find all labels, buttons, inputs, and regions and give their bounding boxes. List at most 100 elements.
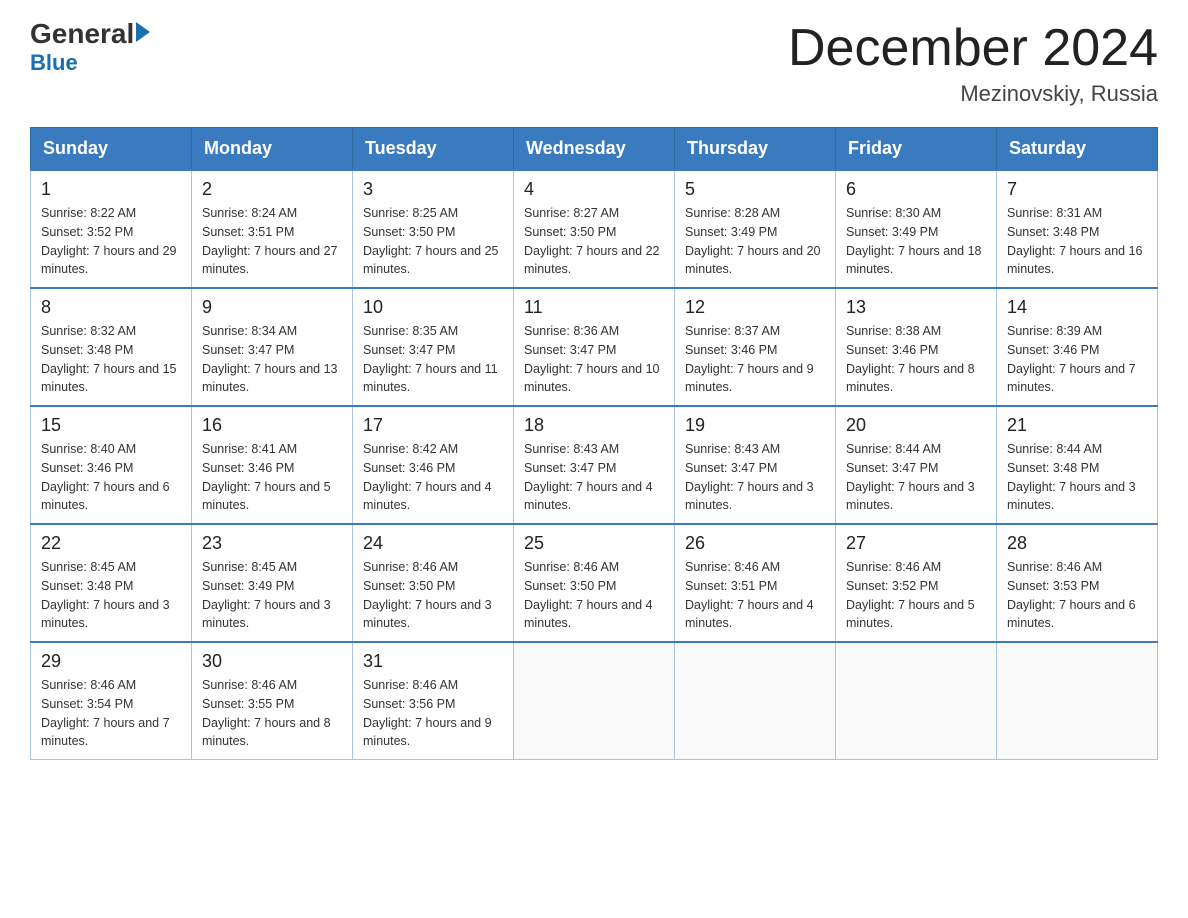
day-info: Sunrise: 8:46 AMSunset: 3:54 PMDaylight:…	[41, 676, 181, 751]
calendar-day-cell: 10 Sunrise: 8:35 AMSunset: 3:47 PMDayligh…	[353, 288, 514, 406]
day-number: 7	[1007, 179, 1147, 200]
day-info: Sunrise: 8:46 AMSunset: 3:50 PMDaylight:…	[363, 558, 503, 633]
day-number: 9	[202, 297, 342, 318]
day-info: Sunrise: 8:35 AMSunset: 3:47 PMDaylight:…	[363, 322, 503, 397]
day-number: 30	[202, 651, 342, 672]
calendar-table: SundayMondayTuesdayWednesdayThursdayFrid…	[30, 127, 1158, 760]
location-text: Mezinovskiy, Russia	[788, 81, 1158, 107]
day-info: Sunrise: 8:34 AMSunset: 3:47 PMDaylight:…	[202, 322, 342, 397]
logo: General Blue	[30, 20, 150, 76]
title-area: December 2024 Mezinovskiy, Russia	[788, 20, 1158, 107]
day-info: Sunrise: 8:42 AMSunset: 3:46 PMDaylight:…	[363, 440, 503, 515]
day-info: Sunrise: 8:46 AMSunset: 3:51 PMDaylight:…	[685, 558, 825, 633]
day-number: 4	[524, 179, 664, 200]
day-number: 15	[41, 415, 181, 436]
calendar-day-cell: 2 Sunrise: 8:24 AMSunset: 3:51 PMDaylight…	[192, 170, 353, 288]
day-number: 3	[363, 179, 503, 200]
day-of-week-header: Thursday	[675, 128, 836, 171]
calendar-day-cell: 21 Sunrise: 8:44 AMSunset: 3:48 PMDayligh…	[997, 406, 1158, 524]
day-info: Sunrise: 8:46 AMSunset: 3:52 PMDaylight:…	[846, 558, 986, 633]
calendar-day-cell	[675, 642, 836, 760]
calendar-day-cell: 26 Sunrise: 8:46 AMSunset: 3:51 PMDayligh…	[675, 524, 836, 642]
calendar-week-row: 8Sunrise: 8:32 AMSunset: 3:48 PMDaylight…	[31, 288, 1158, 406]
day-number: 26	[685, 533, 825, 554]
day-info: Sunrise: 8:41 AMSunset: 3:46 PMDaylight:…	[202, 440, 342, 515]
day-number: 22	[41, 533, 181, 554]
day-of-week-header: Saturday	[997, 128, 1158, 171]
calendar-day-cell: 15Sunrise: 8:40 AMSunset: 3:46 PMDayligh…	[31, 406, 192, 524]
day-of-week-header: Friday	[836, 128, 997, 171]
day-number: 31	[363, 651, 503, 672]
calendar-day-cell: 28 Sunrise: 8:46 AMSunset: 3:53 PMDayligh…	[997, 524, 1158, 642]
day-info: Sunrise: 8:45 AMSunset: 3:49 PMDaylight:…	[202, 558, 342, 633]
calendar-week-row: 22 Sunrise: 8:45 AMSunset: 3:48 PMDayligh…	[31, 524, 1158, 642]
day-number: 11	[524, 297, 664, 318]
day-info: Sunrise: 8:46 AMSunset: 3:55 PMDaylight:…	[202, 676, 342, 751]
day-info: Sunrise: 8:43 AMSunset: 3:47 PMDaylight:…	[524, 440, 664, 515]
calendar-week-row: 15Sunrise: 8:40 AMSunset: 3:46 PMDayligh…	[31, 406, 1158, 524]
day-of-week-header: Sunday	[31, 128, 192, 171]
calendar-day-cell: 4 Sunrise: 8:27 AMSunset: 3:50 PMDaylight…	[514, 170, 675, 288]
day-info: Sunrise: 8:27 AMSunset: 3:50 PMDaylight:…	[524, 204, 664, 279]
day-number: 24	[363, 533, 503, 554]
calendar-day-cell: 7 Sunrise: 8:31 AMSunset: 3:48 PMDaylight…	[997, 170, 1158, 288]
day-info: Sunrise: 8:45 AMSunset: 3:48 PMDaylight:…	[41, 558, 181, 633]
calendar-day-cell: 13 Sunrise: 8:38 AMSunset: 3:46 PMDayligh…	[836, 288, 997, 406]
calendar-week-row: 29 Sunrise: 8:46 AMSunset: 3:54 PMDayligh…	[31, 642, 1158, 760]
month-title: December 2024	[788, 20, 1158, 77]
day-info: Sunrise: 8:31 AMSunset: 3:48 PMDaylight:…	[1007, 204, 1147, 279]
day-info: Sunrise: 8:37 AMSunset: 3:46 PMDaylight:…	[685, 322, 825, 397]
day-number: 29	[41, 651, 181, 672]
calendar-day-cell: 12 Sunrise: 8:37 AMSunset: 3:46 PMDayligh…	[675, 288, 836, 406]
calendar-day-cell: 17Sunrise: 8:42 AMSunset: 3:46 PMDayligh…	[353, 406, 514, 524]
day-info: Sunrise: 8:25 AMSunset: 3:50 PMDaylight:…	[363, 204, 503, 279]
day-info: Sunrise: 8:24 AMSunset: 3:51 PMDaylight:…	[202, 204, 342, 279]
day-number: 12	[685, 297, 825, 318]
calendar-day-cell	[997, 642, 1158, 760]
day-info: Sunrise: 8:36 AMSunset: 3:47 PMDaylight:…	[524, 322, 664, 397]
day-number: 28	[1007, 533, 1147, 554]
day-of-week-header: Wednesday	[514, 128, 675, 171]
day-number: 1	[41, 179, 181, 200]
calendar-day-cell: 22 Sunrise: 8:45 AMSunset: 3:48 PMDayligh…	[31, 524, 192, 642]
calendar-day-cell: 14 Sunrise: 8:39 AMSunset: 3:46 PMDayligh…	[997, 288, 1158, 406]
calendar-day-cell: 27Sunrise: 8:46 AMSunset: 3:52 PMDayligh…	[836, 524, 997, 642]
day-info: Sunrise: 8:38 AMSunset: 3:46 PMDaylight:…	[846, 322, 986, 397]
calendar-day-cell: 8Sunrise: 8:32 AMSunset: 3:48 PMDaylight…	[31, 288, 192, 406]
calendar-day-cell: 18Sunrise: 8:43 AMSunset: 3:47 PMDayligh…	[514, 406, 675, 524]
day-info: Sunrise: 8:30 AMSunset: 3:49 PMDaylight:…	[846, 204, 986, 279]
page-header: General Blue December 2024 Mezinovskiy, …	[30, 20, 1158, 107]
day-info: Sunrise: 8:22 AMSunset: 3:52 PMDaylight:…	[41, 204, 181, 279]
day-info: Sunrise: 8:28 AMSunset: 3:49 PMDaylight:…	[685, 204, 825, 279]
days-of-week-row: SundayMondayTuesdayWednesdayThursdayFrid…	[31, 128, 1158, 171]
day-of-week-header: Tuesday	[353, 128, 514, 171]
logo-blue-text: Blue	[30, 50, 150, 76]
day-number: 25	[524, 533, 664, 554]
day-number: 5	[685, 179, 825, 200]
day-number: 23	[202, 533, 342, 554]
day-info: Sunrise: 8:46 AMSunset: 3:56 PMDaylight:…	[363, 676, 503, 751]
calendar-day-cell: 29 Sunrise: 8:46 AMSunset: 3:54 PMDayligh…	[31, 642, 192, 760]
day-info: Sunrise: 8:46 AMSunset: 3:53 PMDaylight:…	[1007, 558, 1147, 633]
calendar-day-cell: 25 Sunrise: 8:46 AMSunset: 3:50 PMDayligh…	[514, 524, 675, 642]
calendar-day-cell: 16 Sunrise: 8:41 AMSunset: 3:46 PMDayligh…	[192, 406, 353, 524]
calendar-day-cell	[836, 642, 997, 760]
day-number: 16	[202, 415, 342, 436]
calendar-day-cell: 6Sunrise: 8:30 AMSunset: 3:49 PMDaylight…	[836, 170, 997, 288]
day-info: Sunrise: 8:43 AMSunset: 3:47 PMDaylight:…	[685, 440, 825, 515]
calendar-day-cell: 3 Sunrise: 8:25 AMSunset: 3:50 PMDaylight…	[353, 170, 514, 288]
calendar-day-cell: 30 Sunrise: 8:46 AMSunset: 3:55 PMDayligh…	[192, 642, 353, 760]
calendar-day-cell: 23 Sunrise: 8:45 AMSunset: 3:49 PMDayligh…	[192, 524, 353, 642]
day-number: 21	[1007, 415, 1147, 436]
day-number: 10	[363, 297, 503, 318]
calendar-day-cell: 11 Sunrise: 8:36 AMSunset: 3:47 PMDayligh…	[514, 288, 675, 406]
logo-arrow-icon	[136, 22, 150, 42]
day-number: 2	[202, 179, 342, 200]
calendar-day-cell: 24 Sunrise: 8:46 AMSunset: 3:50 PMDayligh…	[353, 524, 514, 642]
day-number: 13	[846, 297, 986, 318]
day-info: Sunrise: 8:39 AMSunset: 3:46 PMDaylight:…	[1007, 322, 1147, 397]
day-number: 14	[1007, 297, 1147, 318]
day-info: Sunrise: 8:46 AMSunset: 3:50 PMDaylight:…	[524, 558, 664, 633]
day-number: 8	[41, 297, 181, 318]
day-info: Sunrise: 8:44 AMSunset: 3:48 PMDaylight:…	[1007, 440, 1147, 515]
